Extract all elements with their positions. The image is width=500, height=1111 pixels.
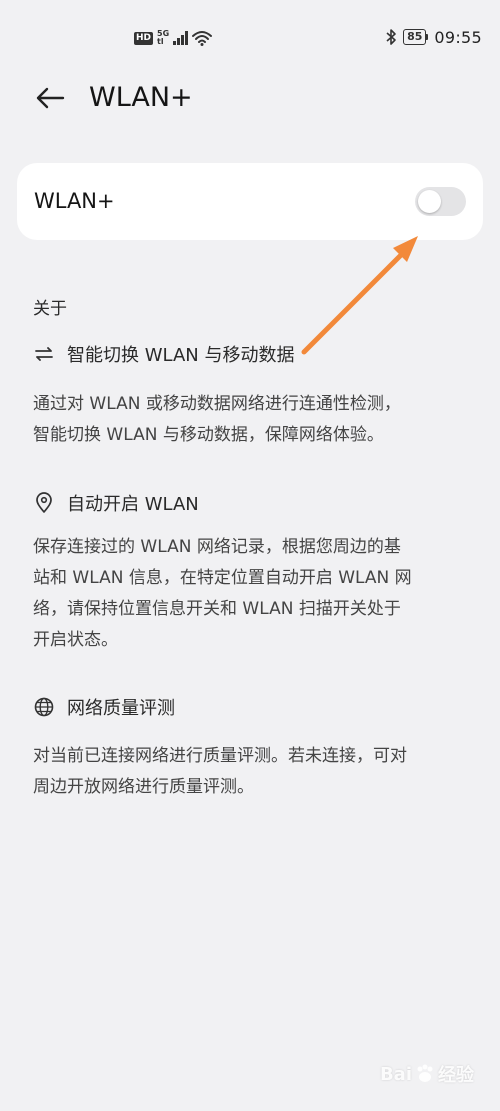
annotation-arrow: [301, 236, 418, 355]
watermark-text: Bai: [379, 1063, 412, 1085]
watermark-text2: 经验: [438, 1065, 474, 1086]
watermark: Bai 经验: [380, 1061, 474, 1087]
paw-icon: [417, 1064, 433, 1082]
